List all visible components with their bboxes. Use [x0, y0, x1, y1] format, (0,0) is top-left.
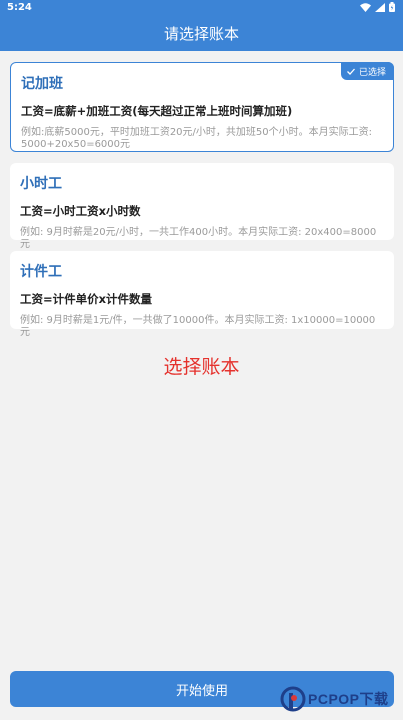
checkmark-icon [347, 68, 355, 75]
card-formula: 工资=小时工资x小时数 [20, 204, 141, 218]
status-bar: 5:24 [0, 0, 403, 16]
watermark-text: PCPOP下载 [308, 691, 389, 707]
wifi-icon [360, 2, 371, 12]
app-bar: 请选择账本 [0, 16, 403, 51]
card-example: 例如: 9月时薪是1元/件，一共做了10000件。本月实际工资: 1x10000… [20, 315, 376, 338]
card-formula: 工资=底薪+加班工资(每天超过正常上班时间算加班) [21, 104, 293, 118]
card-title: 计件工 [20, 264, 62, 280]
signal-icon [375, 2, 385, 12]
selected-badge-label: 已选择 [358, 67, 386, 78]
ledger-card-piecework[interactable]: 计件工 工资=计件单价x计件数量 例如: 9月时薪是1元/件，一共做了10000… [10, 251, 394, 338]
pcpop-logo-icon [280, 686, 306, 712]
card-example: 例如:底薪5000元，平时加班工资20元/小时，共加班50个小时。本月实际工资:… [21, 127, 373, 150]
battery-icon [389, 2, 395, 12]
card-formula: 工资=计件单价x计件数量 [20, 292, 153, 306]
page-title: 请选择账本 [163, 25, 239, 43]
ledger-card-overtime[interactable]: 已选择 记加班 工资=底薪+加班工资(每天超过正常上班时间算加班) 例如:底薪5… [10, 62, 394, 152]
card-title: 记加班 [21, 76, 63, 92]
selected-badge: 已选择 [340, 62, 394, 80]
card-title: 小时工 [20, 176, 62, 192]
watermark: PCPOP下载 [280, 682, 400, 716]
status-icons [360, 2, 395, 12]
select-ledger-heading: 选择账本 [163, 356, 240, 378]
ledger-card-hourly[interactable]: 小时工 工资=小时工资x小时数 例如: 9月时薪是20元/小时，一共工作400小… [10, 163, 394, 250]
status-time: 5:24 [7, 2, 32, 13]
card-example: 例如: 9月时薪是20元/小时，一共工作400小时。本月实际工资: 20x400… [20, 227, 377, 250]
start-button-label: 开始使用 [175, 683, 228, 699]
